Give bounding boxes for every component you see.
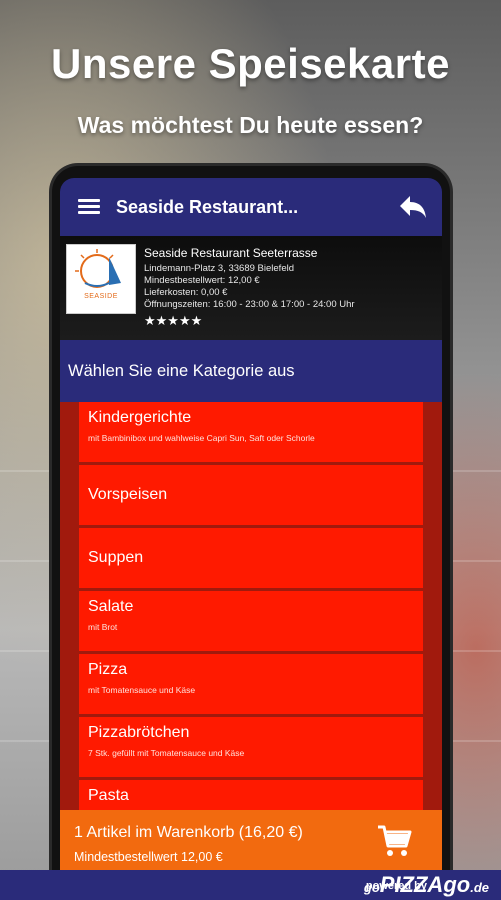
- restaurant-name: Seaside Restaurant Seeterrasse: [144, 246, 318, 260]
- logo-text: SEASIDE: [84, 293, 118, 300]
- category-desc: mit Tomatensauce und Käse: [88, 685, 196, 695]
- sun-sail-logo-icon: [75, 249, 121, 288]
- brand-go: go: [363, 880, 380, 895]
- category-name: Pizza: [88, 661, 128, 678]
- powered-by-footer: powered by goPIZZAgo.de: [0, 870, 501, 900]
- shopping-cart-icon[interactable]: [376, 824, 412, 858]
- category-item-suppen[interactable]: Suppen: [79, 528, 423, 588]
- category-header-label: Wählen Sie eine Kategorie aus: [68, 361, 295, 380]
- app-screen: Seaside Restaurant... SEASIDE Seaside Re…: [60, 178, 442, 900]
- cart-bar[interactable]: 1 Artikel im Warenkorb (16,20 €) Mindest…: [60, 810, 442, 872]
- brand-logo: goPIZZAgo.de: [364, 872, 489, 898]
- rating-stars-icon: ★★★★★: [144, 313, 203, 328]
- category-list: Kindergerichte mit Bambinibox und wahlwe…: [60, 402, 442, 840]
- category-header: Wählen Sie eine Kategorie aus: [60, 340, 442, 402]
- min-order-value: Mindestbestellwert: 12,00 €: [144, 275, 260, 286]
- category-name: Pizzabrötchen: [88, 724, 190, 741]
- category-item-pizza[interactable]: Pizza mit Tomatensauce und Käse: [79, 654, 423, 714]
- category-name: Kindergerichte: [88, 409, 192, 426]
- restaurant-info: SEASIDE Seaside Restaurant Seeterrasse L…: [60, 236, 442, 340]
- category-name: Vorspeisen: [88, 486, 168, 503]
- opening-hours: Öffnungszeiten: 16:00 - 23:00 & 17:00 - …: [144, 299, 355, 310]
- category-name: Suppen: [88, 549, 144, 566]
- cart-summary: 1 Artikel im Warenkorb (16,20 €): [74, 824, 303, 841]
- brand-suffix: .de: [470, 880, 489, 895]
- delivery-cost: Lieferkosten: 0,00 €: [144, 287, 228, 298]
- category-desc: 7 Stk. gefüllt mit Tomatensauce und Käse: [88, 748, 245, 758]
- restaurant-address: Lindemann-Platz 3, 33689 Bielefeld: [144, 263, 294, 274]
- category-desc: mit Bambinibox und wahlweise Capri Sun, …: [88, 433, 315, 443]
- back-arrow-icon[interactable]: [398, 194, 428, 220]
- brand-main: PIZZAgo: [379, 872, 471, 897]
- category-desc: mit Brot: [88, 622, 118, 632]
- category-item-vorspeisen[interactable]: Vorspeisen: [79, 465, 423, 525]
- category-name: Salate: [88, 598, 134, 615]
- promo-subline: Was möchtest Du heute essen?: [77, 112, 424, 138]
- promo-headline: Unsere Speisekarte: [51, 40, 450, 87]
- app-title: Seaside Restaurant...: [116, 196, 299, 217]
- cart-min-order: Mindestbestellwert 12,00 €: [74, 850, 223, 864]
- category-name: Pasta: [88, 787, 129, 804]
- category-item-pizzabroetchen[interactable]: Pizzabrötchen 7 Stk. gefüllt mit Tomaten…: [79, 717, 423, 777]
- restaurant-logo: SEASIDE: [66, 244, 136, 314]
- hamburger-menu-icon[interactable]: [78, 199, 102, 215]
- category-item-kindergerichte[interactable]: Kindergerichte mit Bambinibox und wahlwe…: [79, 402, 423, 462]
- category-item-salate[interactable]: Salate mit Brot: [79, 591, 423, 651]
- app-bar: Seaside Restaurant...: [60, 178, 442, 236]
